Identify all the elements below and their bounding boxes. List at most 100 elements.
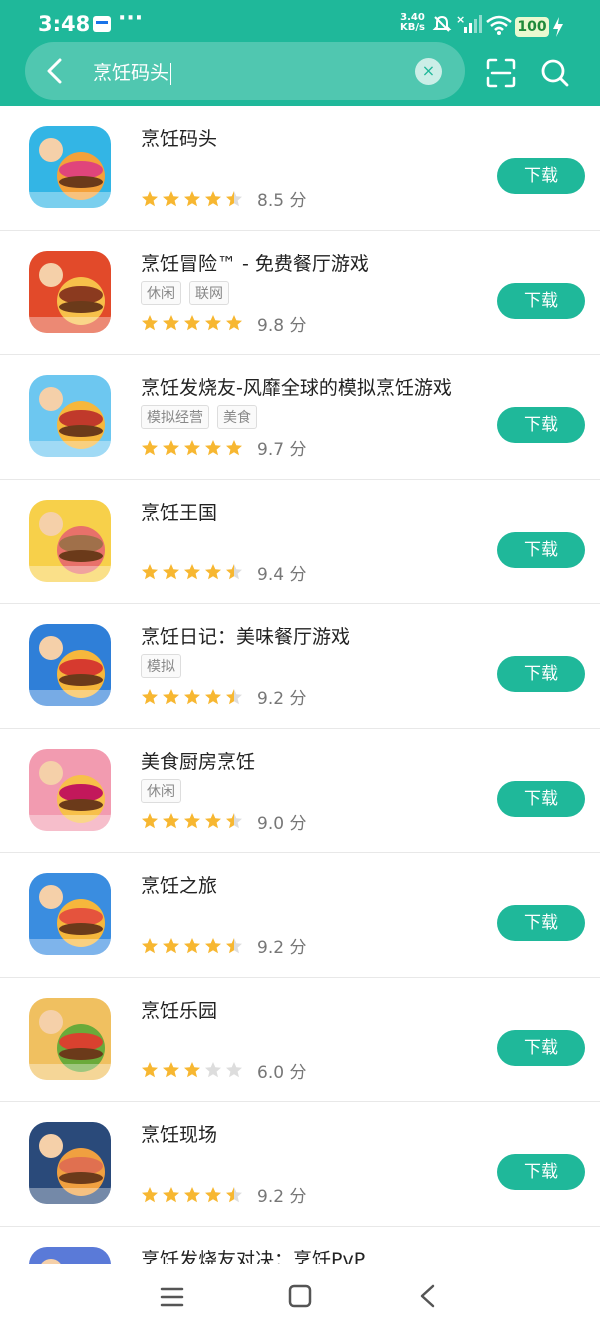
app-icon[interactable] <box>29 873 111 955</box>
star-icon <box>184 439 200 455</box>
star-icon <box>163 1062 179 1078</box>
star-icon <box>142 564 158 580</box>
star-icon <box>163 1186 179 1202</box>
list-item[interactable]: 烹饪乐园 6.0 分 下载 <box>0 978 600 1102</box>
menu-icon[interactable] <box>160 1286 184 1308</box>
star-rating <box>141 812 243 830</box>
star-icon <box>184 190 200 206</box>
download-button[interactable]: 下载 <box>497 158 585 194</box>
app-icon[interactable] <box>29 1122 111 1204</box>
tag-list: 模拟经营 美食 <box>141 405 257 429</box>
scan-icon[interactable] <box>486 58 516 88</box>
status-time: 3:48 <box>38 12 91 36</box>
download-button[interactable]: 下载 <box>497 780 585 817</box>
app-name[interactable]: 美食厨房烹饪 <box>141 747 255 774</box>
list-item[interactable]: 烹饪冒险™ - 免费餐厅游戏 休闲 联网 9.8 分 下载 <box>0 231 600 355</box>
app-name[interactable]: 烹饪发烧友-风靡全球的模拟烹饪游戏 <box>141 373 452 400</box>
download-button[interactable]: 下载 <box>497 1029 585 1066</box>
app-name[interactable]: 烹饪码头 <box>141 124 217 151</box>
app-icon[interactable] <box>29 499 111 582</box>
home-icon[interactable] <box>288 1284 312 1308</box>
app-icon-image <box>29 1246 111 1264</box>
star-icon <box>163 937 179 953</box>
rating: 9.2 分 <box>141 1182 306 1207</box>
app-icon[interactable] <box>29 375 111 457</box>
list-item[interactable]: 烹饪现场 9.2 分 下载 <box>0 1102 600 1227</box>
app-icon[interactable] <box>29 748 111 831</box>
app-icon[interactable] <box>29 1246 111 1264</box>
star-icon <box>142 1062 158 1078</box>
rating-score: 9.8 分 <box>257 315 307 336</box>
star-rating <box>141 190 243 208</box>
search-icon[interactable] <box>540 58 570 88</box>
star-icon <box>226 564 242 580</box>
rating: 6.0 分 <box>141 1058 306 1083</box>
rating: 8.5 分 <box>141 186 306 211</box>
download-button[interactable]: 下载 <box>497 1154 585 1190</box>
rating-score: 9.2 分 <box>257 938 307 958</box>
tag-list: 休闲 联网 <box>141 280 229 305</box>
app-icon[interactable] <box>29 126 111 208</box>
clear-search-button[interactable]: × <box>415 58 442 85</box>
star-icon <box>226 190 242 206</box>
star-icon <box>226 813 242 829</box>
list-item[interactable]: 烹饪王国 9.4 分 下载 <box>0 480 600 604</box>
more-dots-icon: ··· <box>118 6 144 31</box>
search-input[interactable]: 烹饪码头 <box>93 58 172 85</box>
app-name[interactable]: 烹饪日记：美味餐厅游戏 <box>141 622 350 649</box>
list-item[interactable]: 烹饪发烧友-风靡全球的模拟烹饪游戏 模拟经营 美食 9.7 分 下载 <box>0 355 600 480</box>
star-icon <box>184 1062 200 1078</box>
star-icon <box>184 937 200 953</box>
rating: 9.4 分 <box>141 560 306 585</box>
star-icon <box>163 439 179 455</box>
star-icon <box>205 813 221 829</box>
app-icon[interactable] <box>29 250 111 333</box>
app-name[interactable]: 烹饪乐园 <box>141 996 217 1023</box>
star-rating <box>141 314 243 332</box>
back-nav-icon[interactable] <box>418 1284 438 1308</box>
list-item[interactable]: 烹饪码头 8.5 分 下载 <box>0 106 600 231</box>
mute-bell-icon <box>432 15 452 32</box>
star-icon <box>163 315 179 331</box>
list-item[interactable]: 烹饪日记：美味餐厅游戏 模拟 9.2 分 下载 <box>0 604 600 729</box>
star-icon <box>205 564 221 580</box>
app-icon-image <box>29 499 111 582</box>
star-rating <box>141 688 243 706</box>
download-button[interactable]: 下载 <box>497 905 585 941</box>
star-icon <box>205 190 221 206</box>
message-icon <box>93 16 111 32</box>
list-item[interactable]: 烹饪发烧友对决：烹饪PvP <box>0 1227 600 1265</box>
category-tag: 休闲 <box>141 280 181 305</box>
rating: 9.0 分 <box>141 809 306 834</box>
back-arrow-icon[interactable] <box>45 58 65 84</box>
star-icon <box>163 688 179 704</box>
search-bar[interactable]: 烹饪码头 × <box>25 42 465 100</box>
list-item[interactable]: 烹饪之旅 9.2 分 下载 <box>0 853 600 978</box>
app-name[interactable]: 烹饪冒险™ - 免费餐厅游戏 <box>141 249 369 276</box>
star-rating <box>141 937 243 955</box>
app-name[interactable]: 烹饪发烧友对决：烹饪PvP <box>141 1245 365 1265</box>
app-name[interactable]: 烹饪之旅 <box>141 871 217 898</box>
app-icon[interactable] <box>29 997 111 1080</box>
app-name[interactable]: 烹饪王国 <box>141 498 217 525</box>
list-item[interactable]: 美食厨房烹饪 休闲 9.0 分 下载 <box>0 729 600 853</box>
rating-score: 9.2 分 <box>257 689 307 709</box>
download-button[interactable]: 下载 <box>497 531 585 568</box>
rating-score: 6.0 分 <box>257 1062 307 1083</box>
app-icon-image <box>29 250 111 333</box>
download-button[interactable]: 下载 <box>497 656 585 692</box>
download-button[interactable]: 下载 <box>497 282 585 319</box>
star-icon <box>142 439 158 455</box>
app-icon-image <box>29 1122 111 1204</box>
app-name[interactable]: 烹饪现场 <box>141 1120 217 1147</box>
star-icon <box>142 190 158 206</box>
star-icon <box>142 688 158 704</box>
star-icon <box>184 564 200 580</box>
download-button[interactable]: 下载 <box>497 407 585 443</box>
wifi-icon <box>486 15 512 35</box>
star-icon <box>184 688 200 704</box>
star-icon <box>205 315 221 331</box>
app-icon[interactable] <box>29 624 111 706</box>
star-icon <box>184 315 200 331</box>
star-icon <box>226 439 242 455</box>
